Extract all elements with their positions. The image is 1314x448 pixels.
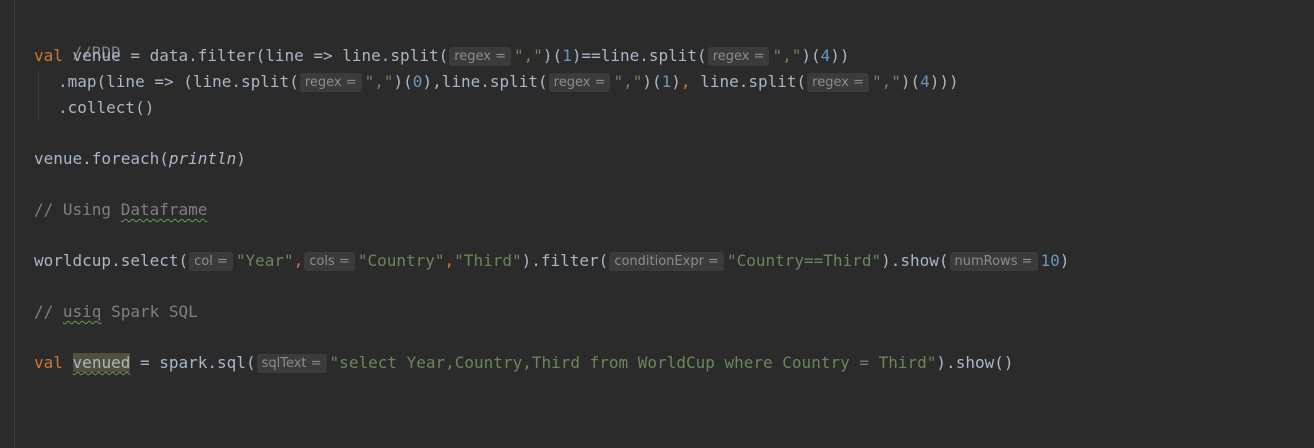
code-line-8: // usiq Spark SQL (34, 301, 198, 323)
code-text: ).filter( (521, 251, 609, 270)
code-text: venue = data.filter(line => line.split( (62, 46, 449, 65)
number-literal: 10 (1040, 251, 1060, 270)
code-text: .map(line => (line.split( (58, 72, 299, 91)
string-literal: "," (364, 72, 394, 91)
comment: // Using (34, 200, 121, 219)
string-literal: "Year" (235, 251, 294, 270)
string-literal: "," (871, 72, 901, 91)
code-line-4: .collect() (58, 97, 154, 119)
code-text: ) (236, 149, 246, 168)
parameter-hint: col = (189, 252, 233, 271)
code-line-1: //RDD (34, 20, 121, 62)
string-literal: "," (772, 46, 802, 65)
string-literal: "," (613, 72, 643, 91)
spelling-warning-word: usiq (62, 302, 102, 321)
code-text: ).show() (936, 353, 1014, 372)
code-text: ) (671, 72, 681, 91)
code-line-5: venue.foreach(println) (34, 148, 246, 170)
parameter-hint: regex = (449, 47, 512, 66)
code-text: = spark.sql( (130, 353, 256, 372)
code-line-9: val venued = spark.sql(sqlText = "select … (34, 352, 1013, 374)
code-text: ) (1059, 251, 1070, 270)
code-line-7: worldcup.select(col = "Year", cols = "Count… (34, 250, 1069, 272)
comma: , (680, 72, 691, 91)
parameter-hint: numRows = (949, 252, 1038, 271)
parameter-hint: sqlText = (256, 354, 327, 373)
comma: , (293, 251, 304, 270)
code-text: .collect() (58, 98, 155, 117)
string-literal: "," (514, 46, 543, 65)
code-text: venue.foreach( (34, 149, 169, 168)
keyword-val: val (34, 46, 63, 65)
code-editor[interactable]: //RDD val venue = data.filter(line => li… (0, 0, 1314, 448)
code-text: )==line.split( (571, 46, 707, 65)
comment: // (34, 302, 63, 321)
comma: , (444, 251, 455, 270)
parameter-hint: regex = (299, 73, 362, 92)
number-literal: 1 (661, 72, 672, 91)
code-text: )( (801, 46, 821, 65)
number-literal: 1 (562, 46, 572, 65)
parameter-hint: conditionExpr = (609, 252, 724, 271)
string-literal: "Country" (357, 251, 445, 270)
code-text: line.split( (690, 72, 807, 91)
number-literal: 0 (412, 72, 423, 91)
string-literal: "select Year,Country,Third from WorldCup… (329, 353, 937, 372)
code-text: )( (642, 72, 662, 91)
spelling-warning-word: Dataframe (120, 200, 208, 219)
code-text: )( (900, 72, 921, 91)
parameter-hint: cols = (304, 252, 355, 271)
parameter-hint: regex = (707, 47, 770, 66)
code-text: ))) (929, 72, 959, 91)
code-text: )( (393, 72, 413, 91)
code-line-6: // Using Dataframe (34, 199, 207, 221)
string-literal: "Third" (454, 251, 522, 270)
parameter-hint: regex = (548, 73, 611, 92)
function-name: println (168, 149, 237, 168)
unused-variable: venued (72, 353, 131, 372)
code-line-3: .map(line => (line.split(regex = ",")(0),… (58, 71, 959, 93)
number-literal: 4 (920, 72, 930, 91)
code-text: )( (542, 46, 563, 65)
keyword-val: val (34, 353, 63, 372)
comment: Spark SQL (101, 302, 198, 321)
string-literal: "Country==Third" (726, 251, 882, 270)
code-text: ).show( (881, 251, 949, 270)
code-text: ),line.split( (422, 72, 548, 91)
code-line-2: val venue = data.filter(line => line.spl… (34, 45, 850, 67)
number-literal: 4 (820, 46, 831, 65)
parameter-hint: regex = (807, 73, 869, 92)
code-text: )) (830, 46, 850, 65)
code-text: worldcup.select( (34, 251, 189, 270)
